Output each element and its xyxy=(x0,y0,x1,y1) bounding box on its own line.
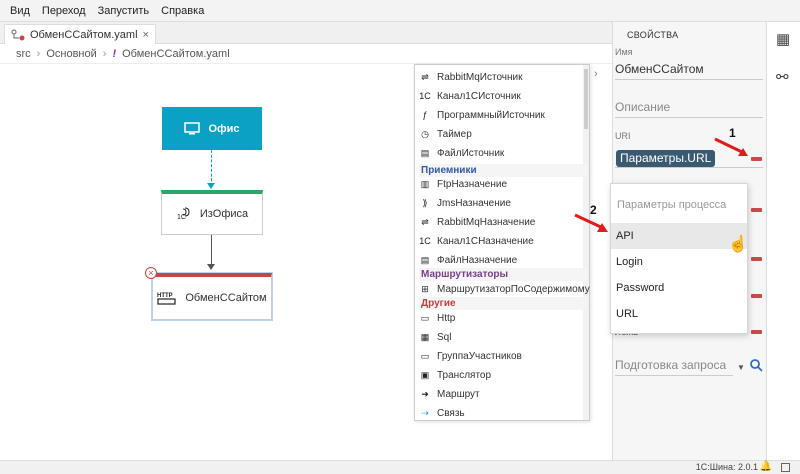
monitor-icon xyxy=(184,121,201,134)
rabbitmq-icon: ⇌ xyxy=(421,71,429,82)
translator-icon: ▣ xyxy=(420,369,430,380)
node-office-label: Офис xyxy=(208,122,240,135)
node-office[interactable]: Офис xyxy=(162,107,262,150)
palette-item[interactable]: 1С Канал1СНазначение xyxy=(419,232,533,250)
version-label: 1С:Шина: 2.0.1 xyxy=(695,462,758,472)
chevron-right-icon[interactable]: › xyxy=(594,68,598,80)
status-bar: 1С:Шина: 2.0.1 🔔 xyxy=(0,460,800,474)
remove-icon[interactable] xyxy=(751,157,762,161)
menu-view[interactable]: Вид xyxy=(4,5,36,17)
solid-connector xyxy=(211,235,212,267)
node-izofisa[interactable]: 1С ИзОфиса xyxy=(161,190,263,235)
palette-panel: ⇌ RabbitMqИсточник 1С Канал1СИсточник ƒ Про… xyxy=(414,64,590,421)
palette-item[interactable]: ⇌ RabbitMqИсточник xyxy=(419,68,522,86)
palette-item[interactable]: ▥ FtpНазначение xyxy=(419,175,507,193)
palette-item[interactable]: ƒ ПрограммныйИсточник xyxy=(419,106,544,124)
warning-icon: ! xyxy=(112,47,117,60)
palette-item[interactable]: ▦ Sql xyxy=(419,328,452,346)
structure-icon[interactable]: ⚯ xyxy=(776,68,789,86)
uri-label: URI xyxy=(615,131,631,141)
palette-scrollbar[interactable] xyxy=(583,65,589,420)
1c-channel-icon: 1С xyxy=(419,236,431,246)
breadcrumb-src[interactable]: src xyxy=(16,48,31,60)
palette-item[interactable]: ▤ ФайлНазначение xyxy=(419,251,517,269)
breadcrumb-main[interactable]: Основной xyxy=(46,48,96,60)
palette-item[interactable]: ⟫ JmsНазначение xyxy=(419,194,510,212)
properties-title: СВОЙСТВА xyxy=(627,30,679,40)
file-icon: ▤ xyxy=(420,147,430,158)
arrow-down-icon xyxy=(207,264,215,270)
svg-text:HTTP: HTTP xyxy=(157,293,173,299)
timer-icon: ◷ xyxy=(421,128,429,139)
1c-channel-icon: 1С xyxy=(419,91,431,101)
name-label: Имя xyxy=(615,47,633,57)
palette-item[interactable]: ⇌ RabbitMqНазначение xyxy=(419,213,535,231)
palette-item[interactable]: 1С Канал1СИсточник xyxy=(419,87,521,105)
http-icon: ▭ xyxy=(420,312,430,323)
palette-item[interactable]: ▭ Http xyxy=(419,309,456,327)
chevron-right-icon: › xyxy=(36,47,41,60)
palette-item[interactable]: ▤ ФайлИсточник xyxy=(419,144,505,162)
table-icon[interactable]: ▦ xyxy=(776,30,790,48)
remove-icon[interactable] xyxy=(751,257,762,261)
program-icon: ƒ xyxy=(422,110,428,120)
group-icon: ▭ xyxy=(420,350,430,361)
menu-help[interactable]: Справка xyxy=(155,5,210,17)
panel-toggle-icon[interactable] xyxy=(781,463,790,472)
palette-item[interactable]: ▣ Транслятор xyxy=(419,366,491,384)
menu-go[interactable]: Переход xyxy=(36,5,92,17)
file-icon: ▤ xyxy=(420,254,430,265)
popup-item-login[interactable]: Login xyxy=(611,249,747,275)
name-field[interactable]: ОбменССайтом xyxy=(615,62,763,80)
search-icon[interactable] xyxy=(749,358,763,372)
palette-item[interactable]: ▭ ГруппаУчастников xyxy=(419,347,522,365)
process-icon xyxy=(11,29,25,40)
tab-label: ОбменССайтом.yaml xyxy=(30,28,138,41)
hand-cursor-icon: ☝ xyxy=(728,236,748,253)
parameters-popup: Параметры процесса API Login Password UR… xyxy=(610,183,748,334)
router-icon: ⊞ xyxy=(421,283,429,294)
chevron-right-icon: › xyxy=(102,47,107,60)
menu-run[interactable]: Запустить xyxy=(92,5,156,17)
node-obmen[interactable]: HTTP ОбменССайтом xyxy=(152,273,272,320)
menu-bar: Вид Переход Запустить Справка xyxy=(0,0,800,22)
popup-item-api[interactable]: API xyxy=(611,223,747,249)
palette-item[interactable]: ➜ Маршрут xyxy=(419,385,479,403)
popup-item-password[interactable]: Password xyxy=(611,275,747,301)
arrow-down-icon xyxy=(207,183,215,189)
link-icon: ⇢ xyxy=(421,407,429,418)
palette-item[interactable]: ⇢ Связь xyxy=(419,404,464,422)
breadcrumb: src › Основной › ! ОбменССайтом.yaml xyxy=(0,44,612,64)
prep-request-field[interactable]: Подготовка запроса xyxy=(615,358,733,376)
error-icon: × xyxy=(145,267,157,279)
breadcrumb-file[interactable]: ОбменССайтом.yaml xyxy=(122,48,230,60)
route-icon: ➜ xyxy=(421,388,429,399)
node-obmen-label: ОбменССайтом xyxy=(185,292,267,304)
uri-parameter-chip[interactable]: Параметры.URL xyxy=(616,150,716,167)
palette-item[interactable]: ◷ Таймер xyxy=(419,125,472,143)
remove-icon[interactable] xyxy=(751,208,762,212)
palette-item[interactable]: ⊞ МаршрутизаторПоСодержимому xyxy=(419,280,589,298)
annotation-arrow xyxy=(714,137,748,156)
node-izofisa-label: ИзОфиса xyxy=(199,208,249,220)
tab-bar: ОбменССайтом.yaml × xyxy=(0,22,612,44)
jms-icon: ⟫ xyxy=(422,197,428,208)
popup-item-url[interactable]: URL xyxy=(611,301,747,327)
description-field[interactable]: Описание xyxy=(615,100,763,118)
remove-icon[interactable] xyxy=(751,330,762,334)
tab-obmen[interactable]: ОбменССайтом.yaml × xyxy=(4,24,156,44)
close-icon[interactable]: × xyxy=(143,29,149,41)
sql-icon: ▦ xyxy=(420,331,430,342)
ftp-icon: ▥ xyxy=(420,178,430,189)
dashed-connector xyxy=(211,150,212,186)
dropdown-arrow-icon[interactable]: ▼ xyxy=(737,363,745,372)
remove-icon[interactable] xyxy=(751,294,762,298)
annotation-arrow xyxy=(574,213,608,232)
right-toolbar: ▦ ⚯ xyxy=(766,22,800,460)
bell-icon[interactable]: 🔔 xyxy=(760,461,772,472)
http-icon: HTTP xyxy=(157,293,176,305)
rabbitmq-icon: ⇌ xyxy=(421,216,429,227)
popup-title: Параметры процесса xyxy=(617,199,727,211)
1c-channel-icon: 1С xyxy=(177,207,190,221)
